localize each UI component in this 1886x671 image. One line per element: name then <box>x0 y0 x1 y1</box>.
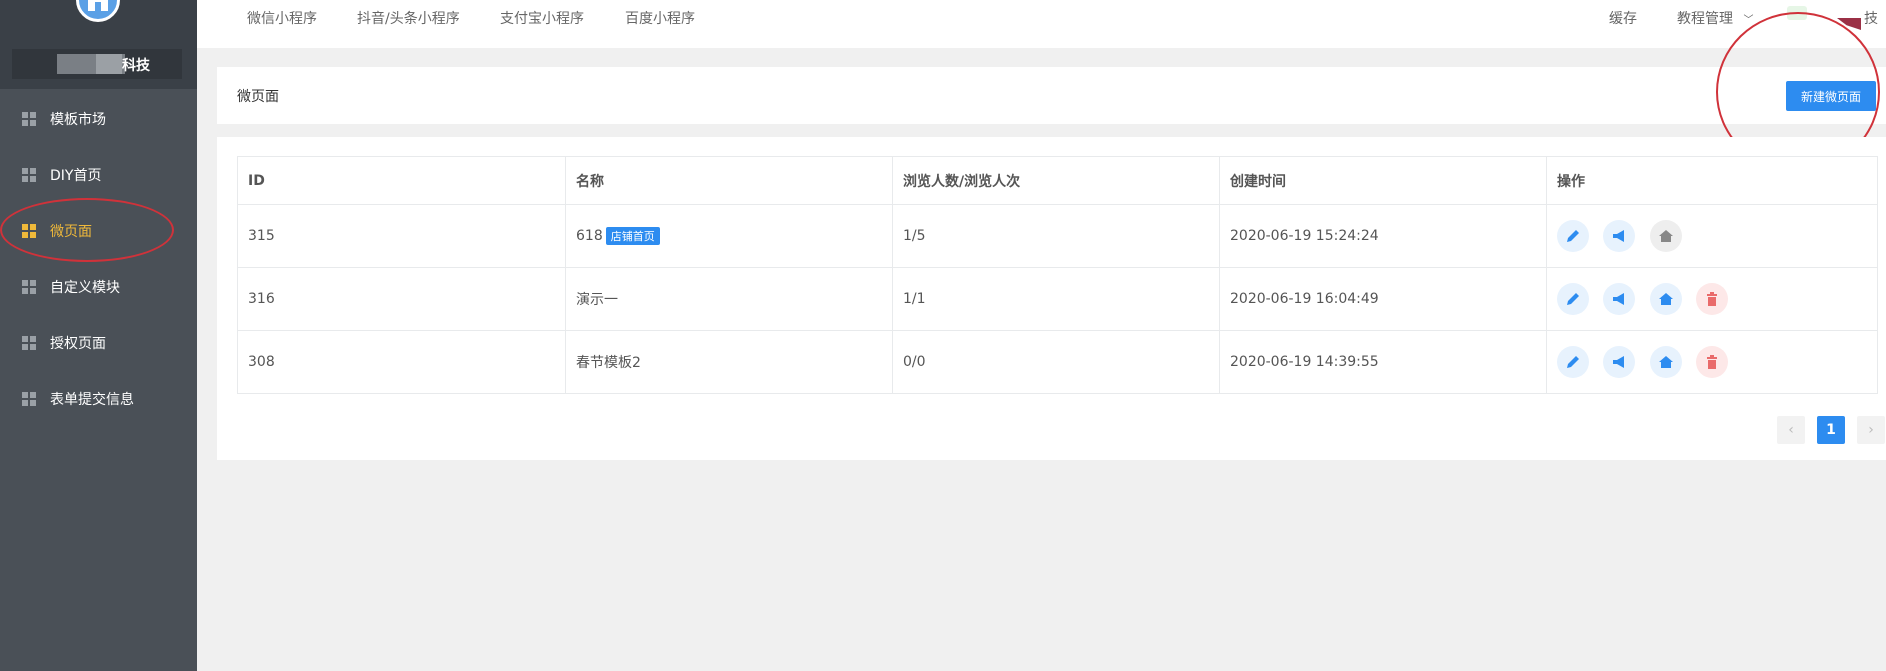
edit-button[interactable] <box>1557 220 1589 252</box>
cell-actions <box>1546 204 1878 268</box>
cell-name: 618 店铺首页 <box>565 204 893 268</box>
tutorial-menu[interactable]: 教程管理 ﹀ <box>1677 8 1753 28</box>
sidebar-item-template-market[interactable]: 模板市场 <box>0 98 197 140</box>
micro-page-table: ID 名称 浏览人数/浏览人次 创建时间 操作 315 618 店铺首页 1/5 … <box>237 156 1878 394</box>
cell-name: 演示一 <box>565 267 893 331</box>
redacted-block <box>96 54 122 74</box>
edit-button[interactable] <box>1557 283 1589 315</box>
cell-id: 315 <box>237 204 566 268</box>
promote-button[interactable] <box>1603 220 1636 252</box>
table-row: 316 演示一 1/1 2020-06-19 16:04:49 <box>237 267 1878 331</box>
cell-views: 1/5 <box>892 204 1220 268</box>
megaphone-icon <box>1613 293 1625 305</box>
tab-wechat[interactable]: 微信小程序 <box>247 8 317 28</box>
user-name[interactable]: 技 <box>1864 8 1878 28</box>
sidebar: 科技 模板市场 DIY首页 微页面 自定义模块 授权页面 表单提交信息 <box>0 0 197 671</box>
table-row: 315 618 店铺首页 1/5 2020-06-19 15:24:24 <box>237 204 1878 268</box>
megaphone-icon <box>1613 356 1625 368</box>
header-panel: 微页面 <box>217 67 1886 124</box>
cell-id: 316 <box>237 267 566 331</box>
sidebar-item-auth-page[interactable]: 授权页面 <box>0 322 197 364</box>
page-1-button[interactable]: 1 <box>1817 416 1845 444</box>
pencil-icon <box>1567 293 1579 305</box>
sidebar-item-form-submissions[interactable]: 表单提交信息 <box>0 378 197 420</box>
home-icon <box>1658 293 1673 305</box>
grid-icon <box>22 168 36 182</box>
cell-id: 308 <box>237 330 566 394</box>
pencil-icon <box>1567 230 1579 242</box>
cell-created: 2020-06-19 15:24:24 <box>1219 204 1547 268</box>
grid-icon <box>22 336 36 350</box>
delete-button[interactable] <box>1696 346 1729 378</box>
col-created: 创建时间 <box>1219 156 1547 205</box>
set-home-button[interactable] <box>1649 220 1682 252</box>
col-actions: 操作 <box>1546 156 1878 205</box>
table-row: 308 春节模板2 0/0 2020-06-19 14:39:55 <box>237 330 1878 394</box>
sidebar-item-label: DIY首页 <box>50 168 102 184</box>
page-title: 微页面 <box>237 89 279 105</box>
promote-button[interactable] <box>1603 283 1636 315</box>
table-header-row: ID 名称 浏览人数/浏览人次 创建时间 操作 <box>237 156 1878 205</box>
cell-views: 0/0 <box>892 330 1220 394</box>
cell-actions <box>1546 267 1878 331</box>
sidebar-item-label: 自定义模块 <box>50 280 120 296</box>
next-page-button[interactable]: › <box>1857 416 1885 444</box>
delete-button[interactable] <box>1696 283 1729 315</box>
cell-created: 2020-06-19 16:04:49 <box>1219 267 1547 331</box>
top-nav: 微信小程序 抖音/头条小程序 支付宝小程序 百度小程序 缓存 教程管理 ﹀ 技 <box>197 0 1886 48</box>
set-home-button[interactable] <box>1649 283 1682 315</box>
cache-link[interactable]: 缓存 <box>1609 8 1637 28</box>
pencil-icon <box>1567 356 1579 368</box>
col-id: ID <box>237 156 566 205</box>
sidebar-item-custom-module[interactable]: 自定义模块 <box>0 266 197 308</box>
grid-icon <box>22 112 36 126</box>
edit-button[interactable] <box>1557 346 1589 378</box>
cell-actions <box>1546 330 1878 394</box>
set-home-button[interactable] <box>1649 346 1682 378</box>
home-icon <box>1658 230 1673 242</box>
sidebar-item-label: 模板市场 <box>50 112 106 128</box>
prev-page-button[interactable]: ‹ <box>1777 416 1805 444</box>
cell-name: 春节模板2 <box>565 330 893 394</box>
home-icon <box>1658 356 1673 368</box>
promote-button[interactable] <box>1603 346 1636 378</box>
col-name: 名称 <box>565 156 893 205</box>
annotation-circle <box>0 198 174 262</box>
store-logo-icon <box>76 0 120 22</box>
page-name: 618 <box>576 228 603 244</box>
company-name-text: 科技 <box>122 58 150 74</box>
tab-douyin[interactable]: 抖音/头条小程序 <box>357 8 460 28</box>
company-name: 科技 <box>12 49 182 79</box>
megaphone-icon <box>1613 230 1625 242</box>
sidebar-item-label: 授权页面 <box>50 336 106 352</box>
grid-icon <box>22 280 36 294</box>
logo-area: 科技 <box>0 0 197 89</box>
tab-baidu[interactable]: 百度小程序 <box>625 8 695 28</box>
sidebar-item-diy-home[interactable]: DIY首页 <box>0 154 197 196</box>
cell-views: 1/1 <box>892 267 1220 331</box>
tab-alipay[interactable]: 支付宝小程序 <box>500 8 584 28</box>
sidebar-item-label: 表单提交信息 <box>50 392 134 408</box>
col-views: 浏览人数/浏览人次 <box>892 156 1220 205</box>
trash-icon <box>1707 292 1718 306</box>
tutorial-label: 教程管理 <box>1677 11 1733 27</box>
home-badge: 店铺首页 <box>605 227 660 245</box>
grid-icon <box>22 392 36 406</box>
trash-icon <box>1707 355 1718 369</box>
cell-created: 2020-06-19 14:39:55 <box>1219 330 1547 394</box>
